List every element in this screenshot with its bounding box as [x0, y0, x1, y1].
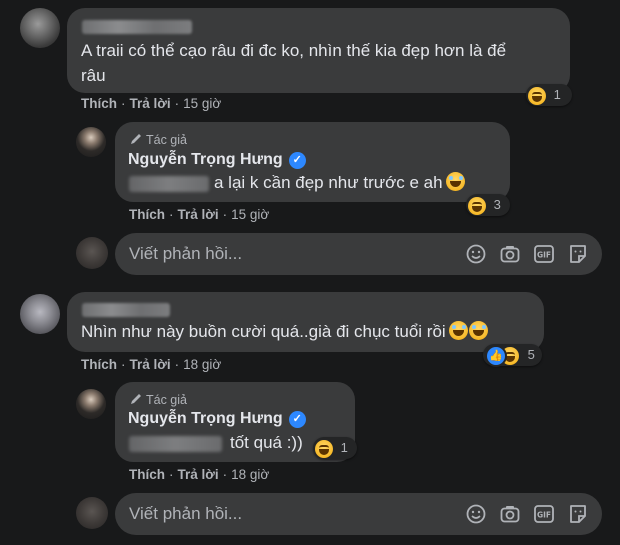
reply-actions: Thích · Trả lời · 18 giờ [129, 467, 270, 482]
commenter-name-blurred[interactable] [82, 303, 170, 317]
timestamp[interactable]: 18 giờ [231, 467, 269, 482]
reply-input[interactable]: Viết phản hồi... GIF [115, 493, 602, 535]
reply-link[interactable]: Trả lời [178, 467, 219, 482]
reaction-summary[interactable]: 3 [466, 194, 510, 216]
commenter-avatar[interactable] [20, 8, 60, 48]
comment-actions: Thích · Trả lời · 18 giờ [81, 357, 222, 372]
reply-actions: Thích · Trả lời · 15 giờ [129, 207, 270, 222]
reply-text: tốt quá :)) [230, 433, 303, 452]
verified-badge-icon: ✓ [288, 411, 306, 428]
verified-badge-icon: ✓ [288, 152, 306, 169]
reaction-count: 1 [553, 87, 561, 102]
like-link[interactable]: Thích [129, 207, 165, 222]
haha-emoji-icon [528, 86, 546, 105]
reaction-count: 5 [527, 347, 535, 362]
laughing-tears-emoji-icon [445, 172, 465, 191]
sticker-icon[interactable] [567, 243, 589, 265]
comment-actions: Thích · Trả lời · 15 giờ [81, 96, 222, 111]
reaction-summary[interactable]: 👍 5 [483, 344, 542, 367]
pencil-icon [131, 134, 141, 144]
pencil-icon [131, 394, 141, 404]
reply-link[interactable]: Trả lời [130, 357, 171, 372]
comment-bubble: A traii có thể cạo râu đi đc ko, nhìn th… [67, 8, 570, 93]
author-name[interactable]: Nguyễn Trọng Hưng ✓ [128, 410, 306, 428]
emoji-picker-icon[interactable] [465, 243, 487, 265]
svg-text:GIF: GIF [537, 251, 551, 260]
rofl-emoji-icon [448, 321, 468, 340]
author-badge: Tác giả [129, 392, 187, 407]
reply-link[interactable]: Trả lời [130, 96, 171, 111]
comment-text-continued: râu [81, 66, 106, 85]
reply-placeholder: Viết phản hồi... [129, 244, 243, 263]
reaction-count: 1 [340, 440, 348, 455]
author-badge: Tác giả [129, 132, 187, 147]
haha-emoji-icon [315, 439, 333, 458]
author-avatar[interactable] [76, 389, 106, 419]
like-link[interactable]: Thích [81, 96, 117, 111]
reaction-count: 3 [493, 197, 501, 212]
reply-link[interactable]: Trả lời [178, 207, 219, 222]
gif-icon[interactable]: GIF [533, 503, 555, 525]
camera-icon[interactable] [499, 503, 521, 525]
comment-text: Nhìn như này buồn cười quá..già đi chục … [81, 320, 488, 344]
timestamp[interactable]: 15 giờ [231, 207, 269, 222]
sticker-icon[interactable] [567, 503, 589, 525]
commenter-name-blurred[interactable] [82, 20, 192, 34]
like-link[interactable]: Thích [81, 357, 117, 372]
reply-bubble: Tác giả Nguyễn Trọng Hưng ✓ a lại k cần đ… [115, 122, 510, 202]
like-link[interactable]: Thích [129, 467, 165, 482]
author-avatar[interactable] [76, 127, 106, 157]
rofl-emoji-icon [468, 321, 488, 340]
like-reaction-icon: 👍 [485, 344, 507, 367]
svg-text:GIF: GIF [537, 511, 551, 520]
comment-text: A traii có thể cạo râu đi đc ko, nhìn th… [81, 41, 507, 60]
reaction-summary[interactable]: 1 [313, 437, 357, 459]
timestamp[interactable]: 18 giờ [183, 357, 221, 372]
commenter-avatar[interactable] [20, 294, 60, 334]
tagged-name-blurred[interactable] [129, 436, 222, 452]
current-user-avatar [76, 497, 108, 529]
reply-text: a lại k cần đẹp như trước e ah [214, 171, 465, 195]
reply-input[interactable]: Viết phản hồi... GIF [115, 233, 602, 275]
timestamp[interactable]: 15 giờ [183, 96, 221, 111]
current-user-avatar [76, 237, 108, 269]
emoji-picker-icon[interactable] [465, 503, 487, 525]
camera-icon[interactable] [499, 243, 521, 265]
gif-icon[interactable]: GIF [533, 243, 555, 265]
comment-bubble: Nhìn như này buồn cười quá..già đi chục … [67, 292, 544, 352]
reply-placeholder: Viết phản hồi... [129, 504, 243, 523]
tagged-name-blurred[interactable] [129, 176, 209, 192]
reaction-summary[interactable]: 1 [526, 84, 572, 106]
author-name[interactable]: Nguyễn Trọng Hưng ✓ [128, 151, 306, 169]
haha-emoji-icon [468, 196, 486, 215]
